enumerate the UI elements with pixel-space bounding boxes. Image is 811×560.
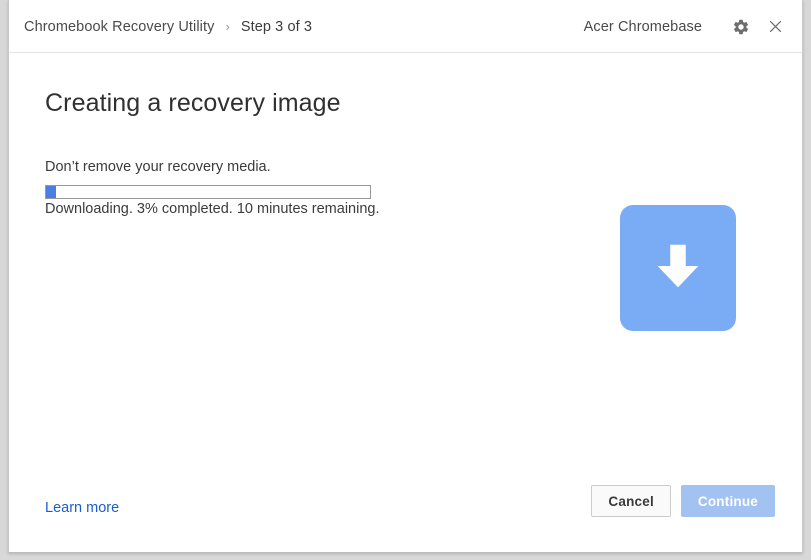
progress-block: Downloading. 3% completed. 10 minutes re… [45,185,380,217]
progress-bar-fill [46,186,56,198]
recovery-utility-window: Chromebook Recovery Utility › Step 3 of … [8,0,803,553]
close-button[interactable] [758,10,792,44]
breadcrumb-step-label: Step 3 of 3 [240,18,313,35]
breadcrumb-app-name: Chromebook Recovery Utility [24,18,215,35]
gear-icon [732,18,750,36]
warning-text: Don’t remove your recovery media. [45,159,271,175]
learn-more-link[interactable]: Learn more [45,500,119,516]
close-icon [767,18,784,35]
main-content: Creating a recovery image Don’t remove y… [9,53,802,552]
breadcrumb-separator-icon: › [225,19,230,34]
continue-button[interactable]: Continue [680,485,775,517]
titlebar-actions: Acer Chromebase [584,0,792,53]
progress-bar [45,185,371,199]
progress-status-text: Downloading. 3% completed. 10 minutes re… [45,201,380,217]
settings-button[interactable] [724,10,758,44]
device-name-label: Acer Chromebase [583,18,702,35]
cancel-button[interactable]: Cancel [591,485,671,517]
download-arrow-icon [647,235,709,302]
breadcrumb: Chromebook Recovery Utility › Step 3 of … [24,0,312,53]
page-title: Creating a recovery image [45,89,341,117]
download-graphic [620,205,736,331]
titlebar: Chromebook Recovery Utility › Step 3 of … [9,0,802,53]
footer-buttons: Cancel Continue [591,485,775,517]
